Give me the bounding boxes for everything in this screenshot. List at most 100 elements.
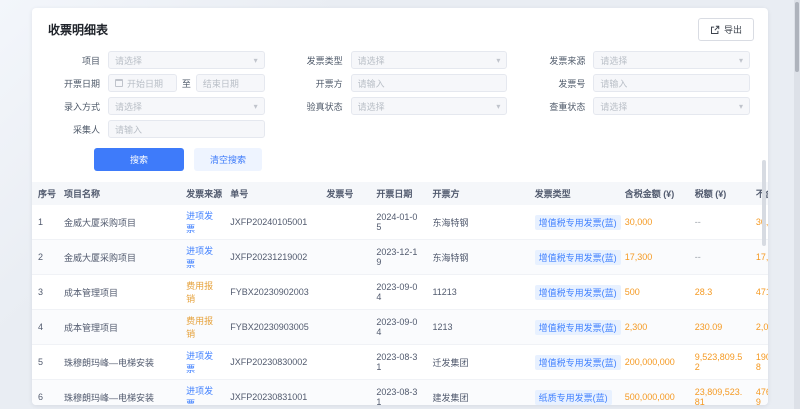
field-label: 发票来源 xyxy=(533,54,585,67)
cell-tax: -- xyxy=(689,240,750,275)
invoice-type-tag: 纸质专用发票(蓝) xyxy=(535,390,612,405)
column-header: 含税金额 (¥) xyxy=(619,182,689,205)
cell-amount: 500 xyxy=(619,275,689,310)
cell-party: 11213 xyxy=(426,275,528,310)
cell-invoice_no xyxy=(320,240,370,275)
filter-field-invoice-number: 发票号 请输入 xyxy=(533,74,750,92)
clear-search-button[interactable]: 清空搜索 xyxy=(194,148,262,171)
export-button[interactable]: 导出 xyxy=(698,18,754,41)
browser-scrollbar[interactable] xyxy=(795,2,799,72)
cell-type: 增值税专用发票(蓝) xyxy=(529,345,619,380)
cell-no: 1 xyxy=(32,205,58,240)
chevron-down-icon: ▾ xyxy=(254,56,258,65)
filter-field-verify-status: 验真状态 请选择 ▾ xyxy=(291,97,508,115)
cell-type: 纸质专用发票(蓝) xyxy=(529,380,619,406)
chevron-down-icon: ▾ xyxy=(496,56,500,65)
filter-actions: 搜索 清空搜索 xyxy=(32,138,768,180)
cell-order_no: JXFP20230830002 xyxy=(224,345,320,380)
table-row: 2金威大厦采购项目进项发票JXFP202312190022023-12-19东海… xyxy=(32,240,768,275)
chevron-down-icon: ▾ xyxy=(254,102,258,111)
cell-project: 金威大厦采购项目 xyxy=(58,240,180,275)
cell-amount: 200,000,000 xyxy=(619,345,689,380)
cell-no: 2 xyxy=(32,240,58,275)
invoice-source-text: 进项发票 xyxy=(186,386,213,405)
cell-amount: 17,300 xyxy=(619,240,689,275)
column-header: 发票号 xyxy=(320,182,370,205)
cell-type: 增值税专用发票(蓝) xyxy=(529,205,619,240)
cell-order_no: FYBX20230902003 xyxy=(224,275,320,310)
date-range-separator: 至 xyxy=(182,77,191,90)
start-date-input[interactable]: 开始日期 xyxy=(108,74,177,92)
filter-field-invoice-type: 发票类型 请选择 ▾ xyxy=(291,51,508,69)
cell-invoice_no xyxy=(320,345,370,380)
invoice-type-tag: 增值税专用发票(蓝) xyxy=(535,250,621,265)
cell-party: 东海特钢 xyxy=(426,205,528,240)
select-placeholder: 请选择 xyxy=(600,100,735,113)
select-placeholder: 请选择 xyxy=(358,54,493,67)
cell-date: 2023-09-04 xyxy=(370,310,426,345)
invoice-source-text: 进项发票 xyxy=(186,246,213,269)
end-date-input[interactable]: 结束日期 xyxy=(196,74,265,92)
cell-amount: 2,300 xyxy=(619,310,689,345)
export-icon xyxy=(710,25,720,35)
field-label: 发票号 xyxy=(533,77,585,90)
column-header: 单号 xyxy=(224,182,320,205)
cell-amount: 500,000,000 xyxy=(619,380,689,406)
cell-type: 增值税专用发票(蓝) xyxy=(529,275,619,310)
cell-source: 进项发票 xyxy=(180,345,224,380)
select-placeholder: 请选择 xyxy=(115,100,250,113)
vertical-scrollbar[interactable] xyxy=(762,160,766,246)
filter-field-project: 项目 请选择 ▾ xyxy=(48,51,265,69)
cell-project: 成本管理项目 xyxy=(58,275,180,310)
cell-invoice_no xyxy=(320,275,370,310)
table-body: 1金威大厦采购项目进项发票JXFP202401050012024-01-05东海… xyxy=(32,205,768,405)
input-placeholder: 请输入 xyxy=(358,77,501,90)
filter-field-entry-method: 录入方式 请选择 ▾ xyxy=(48,97,265,115)
cell-net: 2,069.91 xyxy=(750,310,768,345)
invoice-type-tag: 增值税专用发票(蓝) xyxy=(535,215,621,230)
cell-no: 4 xyxy=(32,310,58,345)
filter-field-invoice-source: 发票来源 请选择 ▾ xyxy=(533,51,750,69)
column-header: 发票来源 xyxy=(180,182,224,205)
cell-invoice_no xyxy=(320,310,370,345)
invoice-type-select[interactable]: 请选择 ▾ xyxy=(351,51,508,69)
cell-date: 2023-08-31 xyxy=(370,380,426,406)
cell-party: 建发集团 xyxy=(426,380,528,406)
filter-field-invoice-date: 开票日期 开始日期 至 结束日期 xyxy=(48,74,265,92)
cell-party: 东海特钢 xyxy=(426,240,528,275)
cell-source: 费用报销 xyxy=(180,310,224,345)
cell-date: 2023-09-04 xyxy=(370,275,426,310)
cell-amount: 30,000 xyxy=(619,205,689,240)
start-date-placeholder: 开始日期 xyxy=(127,77,170,90)
cell-net: 471.7 xyxy=(750,275,768,310)
cell-net: 190,476,190.48 xyxy=(750,345,768,380)
cell-source: 费用报销 xyxy=(180,275,224,310)
column-header: 开票方 xyxy=(426,182,528,205)
select-placeholder: 请选择 xyxy=(115,54,250,67)
entry-method-select[interactable]: 请选择 ▾ xyxy=(108,97,265,115)
cell-party: 迁发集团 xyxy=(426,345,528,380)
verify-status-select[interactable]: 请选择 ▾ xyxy=(351,97,508,115)
cell-no: 5 xyxy=(32,345,58,380)
invoicing-party-input[interactable]: 请输入 xyxy=(351,74,508,92)
duplicate-status-select[interactable]: 请选择 ▾ xyxy=(593,97,750,115)
column-header: 项目名称 xyxy=(58,182,180,205)
field-label: 项目 xyxy=(48,54,100,67)
cell-tax: -- xyxy=(689,205,750,240)
cell-tax: 9,523,809.52 xyxy=(689,345,750,380)
table-row: 5珠穆朗玛峰—电梯安装进项发票JXFP202308300022023-08-31… xyxy=(32,345,768,380)
search-button[interactable]: 搜索 xyxy=(94,148,184,171)
collector-input[interactable]: 请输入 xyxy=(108,120,265,138)
cell-no: 6 xyxy=(32,380,58,406)
cell-source: 进项发票 xyxy=(180,205,224,240)
invoice-number-input[interactable]: 请输入 xyxy=(593,74,750,92)
project-select[interactable]: 请选择 ▾ xyxy=(108,51,265,69)
field-label: 查重状态 xyxy=(533,100,585,113)
table-row: 6珠穆朗玛峰—电梯安装进项发票JXFP202308310012023-08-31… xyxy=(32,380,768,406)
invoice-source-text: 进项发票 xyxy=(186,351,213,374)
cell-order_no: FYBX20230903005 xyxy=(224,310,320,345)
table-row: 4成本管理项目费用报销FYBX202309030052023-09-041213… xyxy=(32,310,768,345)
invoice-source-select[interactable]: 请选择 ▾ xyxy=(593,51,750,69)
invoice-type-tag: 增值税专用发票(蓝) xyxy=(535,320,621,335)
select-placeholder: 请选择 xyxy=(358,100,493,113)
